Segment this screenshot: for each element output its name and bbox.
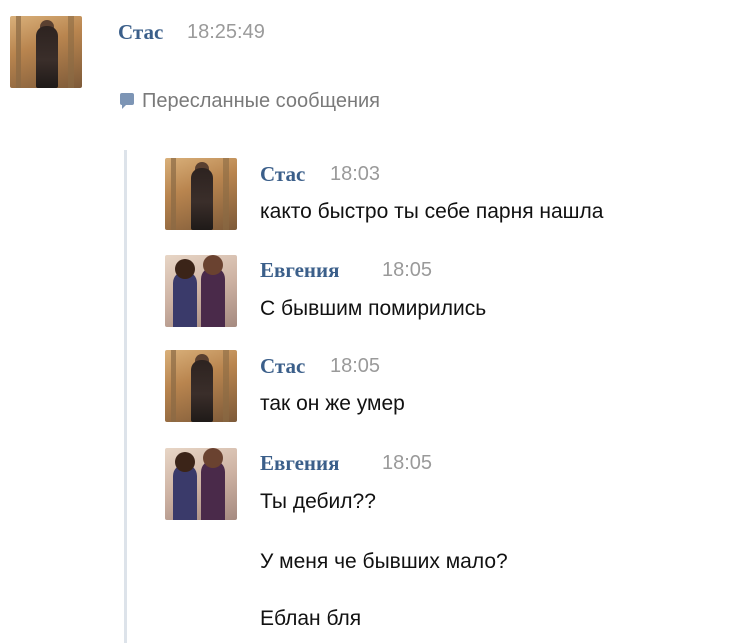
author-name[interactable]: Стас bbox=[260, 162, 305, 187]
message-time: 18:05 bbox=[382, 452, 433, 474]
avatar[interactable] bbox=[165, 255, 237, 327]
avatar[interactable] bbox=[165, 448, 237, 520]
message-text: както быстро ты себе парня нашла bbox=[260, 200, 604, 223]
message-text: У меня че бывших мало? bbox=[260, 550, 508, 573]
avatar[interactable] bbox=[165, 350, 237, 422]
avatar[interactable] bbox=[165, 158, 237, 230]
message-text: Ты дебил?? bbox=[260, 490, 376, 513]
avatar[interactable] bbox=[10, 16, 82, 88]
message-text: Еблан бля bbox=[260, 607, 362, 630]
author-name[interactable]: Евгения bbox=[260, 451, 340, 476]
message-text: так он же умер bbox=[260, 392, 405, 415]
speech-bubble-icon bbox=[120, 93, 134, 109]
forwarded-quote-line bbox=[124, 150, 127, 643]
message-time: 18:05 bbox=[330, 355, 381, 377]
author-name[interactable]: Евгения bbox=[260, 258, 340, 283]
message-time: 18:03 bbox=[330, 163, 381, 185]
message-time[interactable]: 18:25:49 bbox=[187, 21, 265, 44]
message-text: С бывшим помирились bbox=[260, 297, 487, 320]
forwarded-messages-label: Пересланные сообщения bbox=[142, 90, 381, 112]
author-name[interactable]: Стас bbox=[118, 20, 163, 45]
author-name[interactable]: Стас bbox=[260, 354, 305, 379]
message-time: 18:05 bbox=[382, 259, 433, 281]
